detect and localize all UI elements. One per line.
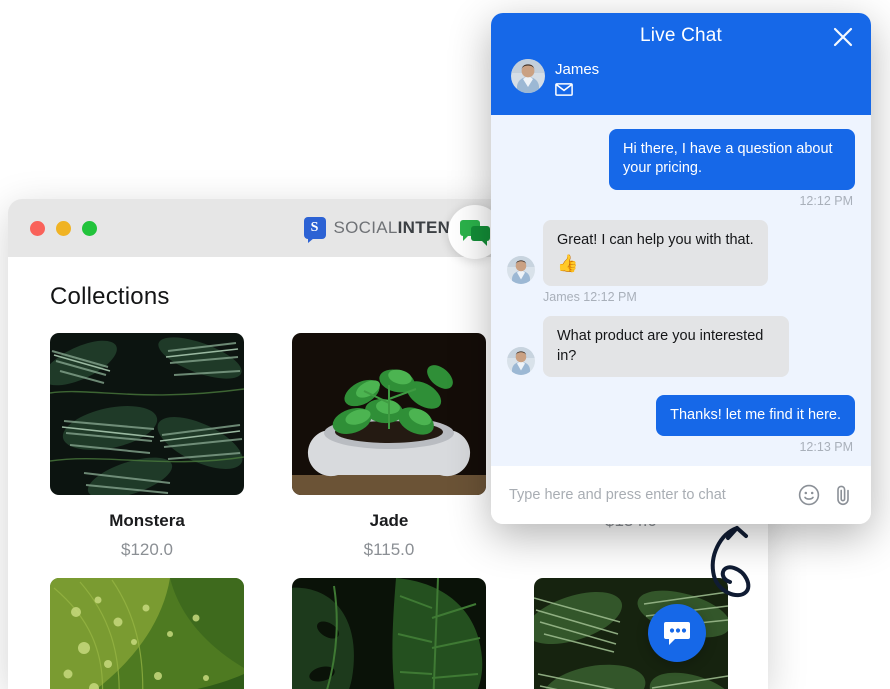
product-image-dewy-leaves: [50, 578, 244, 689]
chat-input-bar: [491, 466, 871, 524]
product-image-dark-monstera: [292, 578, 486, 689]
chat-header: Live Chat James: [491, 13, 871, 115]
window-controls: [30, 220, 97, 236]
chat-message-incoming: Great! I can help you with that. 👍: [507, 219, 855, 287]
message-bubble: Great! I can help you with that. 👍: [543, 219, 768, 287]
smiley-icon[interactable]: [797, 483, 821, 507]
agent-avatar: [511, 59, 545, 93]
message-bubble: What product are you interested in?: [543, 316, 789, 378]
brand-prefix: SOCIAL: [333, 218, 398, 237]
pointer-arrow-icon: [700, 520, 790, 600]
chat-message-incoming: What product are you interested in?: [507, 316, 855, 378]
agent-avatar: [507, 347, 535, 376]
product-price: $115.0: [363, 540, 415, 559]
product-card[interactable]: Monstera $120.0: [50, 333, 244, 560]
agent-name: James: [555, 61, 600, 78]
message-timestamp: 12:13 PM: [799, 440, 853, 455]
message-bubble: Hi there, I have a question about your p…: [609, 129, 855, 190]
message-timestamp: James 12:12 PM: [543, 290, 637, 305]
chat-input[interactable]: [509, 487, 787, 503]
chat-message-list[interactable]: Hi there, I have a question about your p…: [491, 115, 871, 466]
product-card[interactable]: Jade $115.0: [292, 333, 486, 560]
message-bubble: Thanks! let me find it here.: [656, 395, 855, 437]
chat-bubble-dots-icon: [664, 622, 690, 645]
chat-message-outgoing: Hi there, I have a question about your p…: [507, 129, 855, 190]
agent-avatar: [507, 256, 535, 285]
paperclip-icon[interactable]: [831, 483, 855, 507]
chat-message-outgoing: Thanks! let me find it here.: [507, 395, 855, 437]
screenshot-stage: S SOCIALINTENTS Collections Monstera $12…: [0, 0, 890, 689]
live-chat-widget: Live Chat James Hi there, I have a quest…: [491, 13, 871, 524]
product-name: Monstera: [109, 511, 185, 530]
chat-launcher-button[interactable]: [648, 604, 706, 662]
agent-meta: James: [555, 59, 599, 96]
chat-title: Live Chat: [639, 25, 723, 46]
agent-info: James: [511, 59, 871, 96]
close-window-button[interactable]: [30, 220, 45, 236]
product-card[interactable]: [50, 578, 244, 689]
product-card[interactable]: [292, 578, 486, 689]
message-timestamp: 12:12 PM: [799, 193, 853, 208]
thumbs-up-emoji: 👍: [557, 253, 579, 273]
product-image-monstera: [50, 333, 244, 495]
product-image-jade: [292, 333, 486, 495]
product-price: $120.0: [121, 540, 173, 559]
minimize-window-button[interactable]: [56, 220, 71, 236]
socialintents-mark-icon: S: [303, 217, 326, 243]
close-icon[interactable]: [831, 25, 855, 49]
maximize-window-button[interactable]: [82, 220, 97, 236]
chat-bubbles-icon: [460, 220, 490, 246]
product-name: Jade: [369, 511, 409, 530]
message-text: Great! I can help you with that.: [557, 231, 754, 248]
envelope-icon[interactable]: [555, 83, 573, 96]
